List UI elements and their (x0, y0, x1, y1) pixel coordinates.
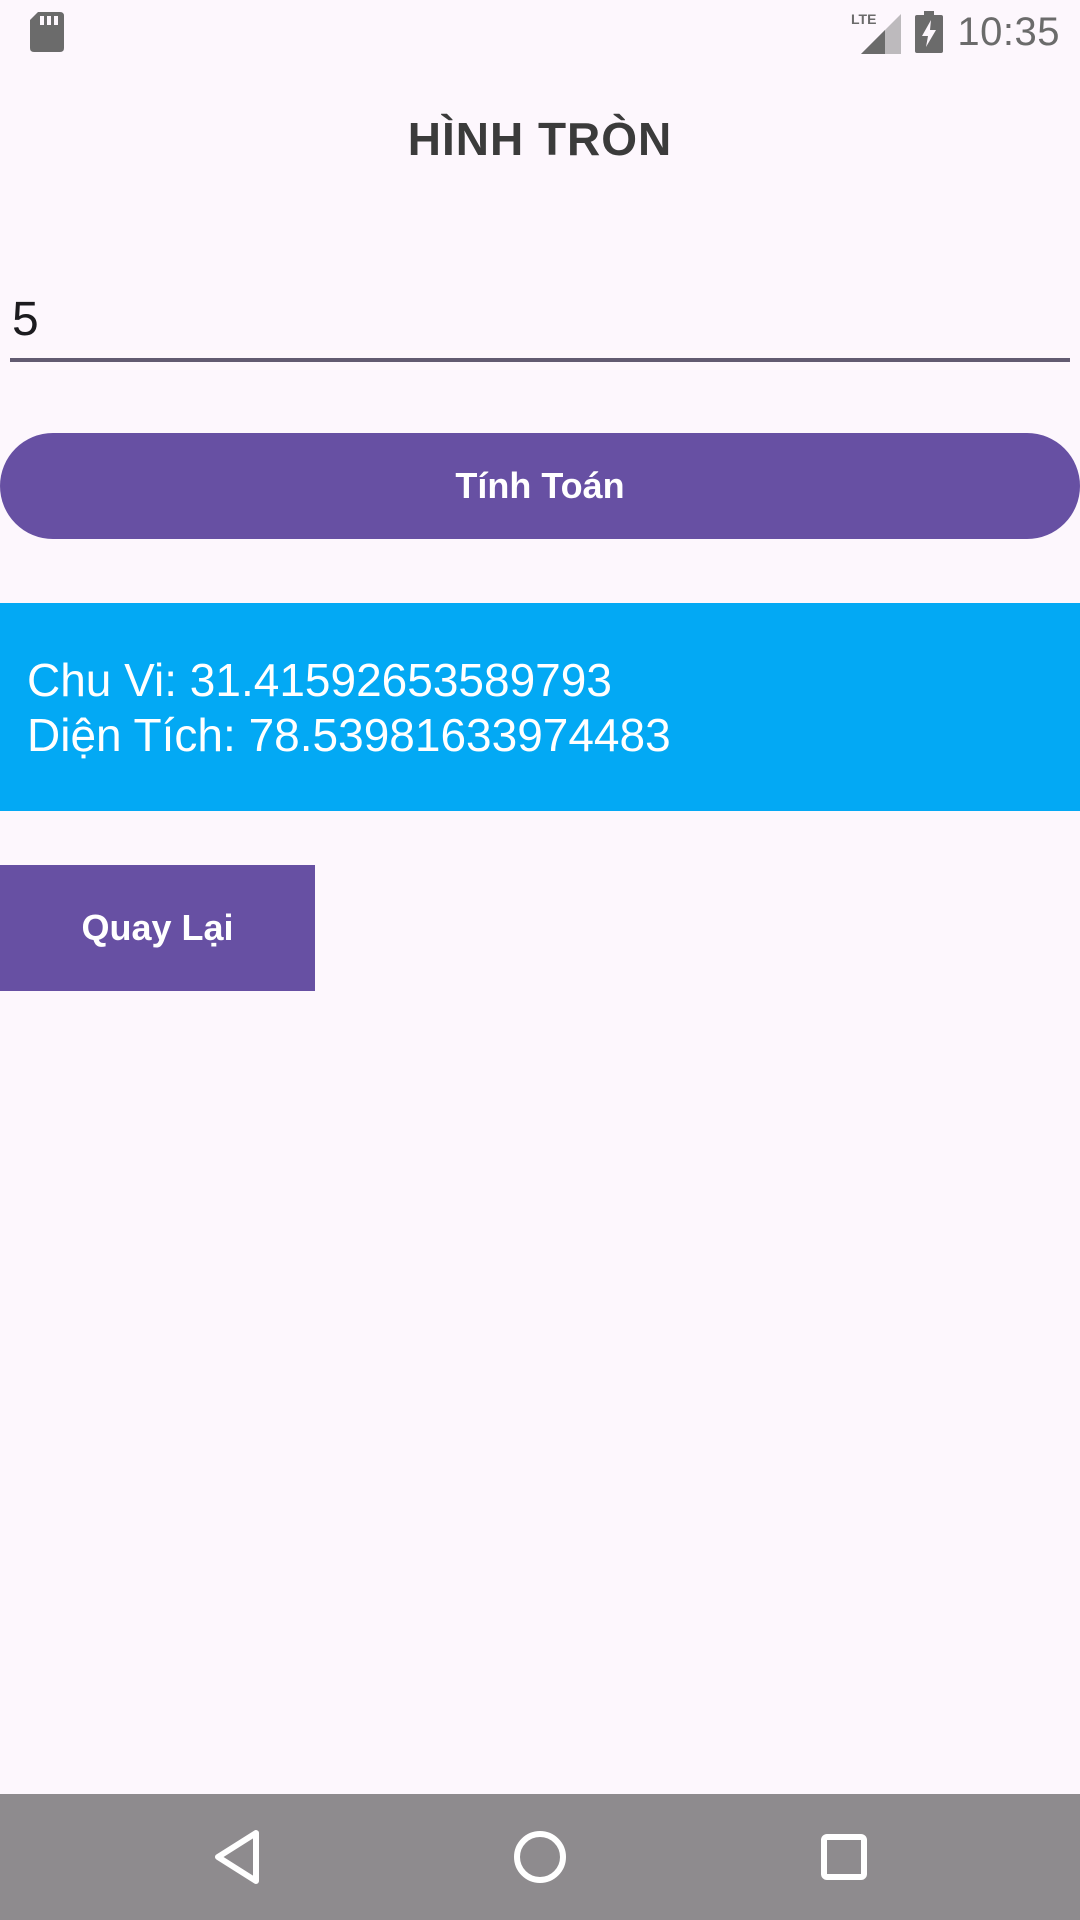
calculate-button[interactable]: Tính Toán (0, 433, 1080, 539)
result-panel: Chu Vi: 31.41592653589793 Diện Tích: 78.… (0, 603, 1080, 811)
lte-label: LTE (851, 11, 876, 27)
status-clock: 10:35 (957, 9, 1060, 54)
nav-home-button[interactable] (505, 1822, 575, 1892)
status-bar: LTE 10:35 (0, 0, 1080, 64)
recents-square-icon (821, 1834, 867, 1880)
navigation-bar (0, 1794, 1080, 1920)
circumference-result: Chu Vi: 31.41592653589793 (27, 654, 612, 706)
page-title: HÌNH TRÒN (407, 113, 673, 165)
home-circle-icon (514, 1831, 566, 1883)
back-button[interactable]: Quay Lại (0, 865, 315, 991)
radius-input[interactable] (10, 280, 1070, 362)
lte-signal-icon: LTE (851, 11, 902, 54)
back-triangle-icon (215, 1830, 259, 1884)
status-right-group: LTE 10:35 (851, 8, 1060, 56)
nav-recents-button[interactable] (809, 1822, 879, 1892)
app-screen: LTE 10:35 HÌNH TRÒN Tính Toán Chu Vi: 31… (0, 0, 1080, 1920)
battery-charging-icon (915, 11, 944, 53)
nav-back-button[interactable] (202, 1822, 272, 1892)
sd-card-icon (30, 12, 64, 52)
area-result: Diện Tích: 78.53981633974483 (27, 709, 671, 761)
